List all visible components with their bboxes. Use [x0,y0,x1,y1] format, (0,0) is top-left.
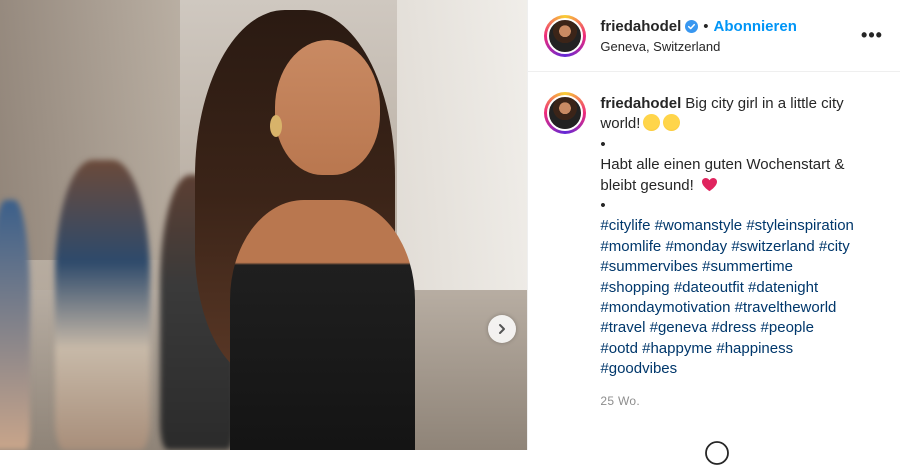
avatar[interactable] [544,14,587,57]
hashtag-link[interactable]: #goodvibes [600,360,677,377]
hashtag-link[interactable]: #shopping [600,279,669,296]
hashtag-link[interactable]: #switzerland [731,238,814,255]
hashtag-link[interactable]: #dress [711,319,756,336]
heart-emoji-icon [701,177,717,191]
avatar-image [547,95,584,131]
avatar-image [547,17,584,54]
passerby [0,200,30,450]
follow-button[interactable]: Abonnieren [714,18,797,35]
earring [270,115,282,137]
hashtag-link[interactable]: #mondaymotivation [600,299,730,316]
background-building [397,0,528,330]
hashtag-link[interactable]: #monday [665,238,727,255]
hashtag-list: #citylife #womanstyle #styleinspiration … [600,216,880,379]
header-text: friedahodel • Abonnieren Geneva, Switzer… [600,18,860,54]
hashtag-link[interactable]: #traveltheworld [735,299,837,316]
woman-body [230,200,415,450]
more-options-icon[interactable]: ••• [860,25,884,46]
chevron-right-icon [499,324,505,334]
verified-badge-icon [685,19,699,33]
hashtag-link[interactable]: #geneva [650,319,708,336]
emoji-smiley-icon[interactable] [704,440,730,466]
avatar[interactable] [544,92,587,134]
post-header: friedahodel • Abonnieren Geneva, Switzer… [528,0,900,72]
caption-line: Habt alle einen guten Wochenstart & blei… [600,156,845,194]
hashtag-link[interactable]: #people [761,319,814,336]
user-line: friedahodel • Abonnieren [600,18,860,35]
username-link[interactable]: friedahodel [600,18,681,35]
woman-face [275,40,380,175]
hashtag-link[interactable]: #citylife [600,217,650,234]
hashtag-link[interactable]: #travel [600,319,645,336]
passerby [55,160,150,450]
hashtag-link[interactable]: #momlife [600,238,661,255]
caption: friedahodel Big city girl in a little cit… [600,94,880,380]
separator-dot: • [703,17,709,35]
hashtag-link[interactable]: #womanstyle [655,217,743,234]
caption-username-link[interactable]: friedahodel [600,95,681,112]
post-photo[interactable] [0,0,528,450]
caption-line: • [600,135,606,153]
post-viewer: friedahodel • Abonnieren Geneva, Switzer… [0,0,900,465]
hashtag-link[interactable]: #dateoutfit [674,279,744,296]
hashtag-link[interactable]: #city [819,238,850,255]
hashtag-link[interactable]: #datenight [748,279,818,296]
hashtag-link[interactable]: #happiness [716,340,793,357]
hashtag-link[interactable]: #summervibes [600,258,698,275]
next-photo-button[interactable] [488,315,516,343]
kiss-emoji-icon [663,114,681,132]
hashtag-link[interactable]: #happyme [642,340,712,357]
caption-block: friedahodel Big city girl in a little cit… [528,72,900,380]
hashtag-link[interactable]: #ootd [600,340,638,357]
post-timestamp[interactable]: 25 Wo. [600,394,900,408]
wink-emoji-icon [643,114,661,132]
caption-line: • [600,197,606,215]
hashtag-link[interactable]: #styleinspiration [746,217,854,234]
post-side-panel: friedahodel • Abonnieren Geneva, Switzer… [527,0,900,450]
location-link[interactable]: Geneva, Switzerland [600,39,860,54]
hashtag-link[interactable]: #summertime [702,258,793,275]
